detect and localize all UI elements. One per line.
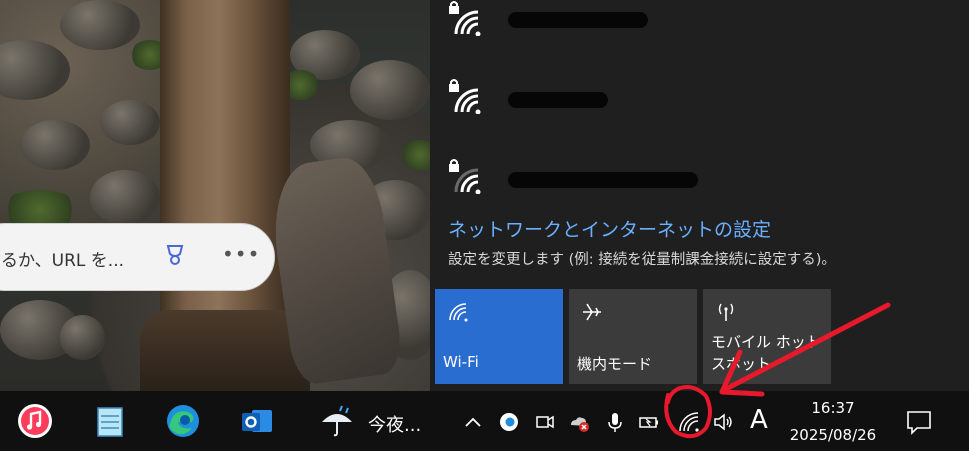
network-name-redacted [508, 172, 698, 188]
weather-text[interactable]: 今夜... [368, 411, 421, 437]
network-item[interactable] [448, 158, 928, 218]
weather-umbrella-icon[interactable] [318, 402, 356, 440]
outlook-app-icon[interactable] [238, 402, 276, 440]
notepad-app-icon[interactable] [90, 402, 128, 440]
search-bar-text: るか、URL を... [1, 251, 125, 271]
wifi-tile-label: Wi-Fi [443, 353, 479, 371]
airplane-tile-label: 機内モード [577, 355, 653, 373]
camera-tray-icon[interactable] [534, 411, 556, 433]
edge-tray-icon[interactable] [498, 411, 520, 433]
more-options-icon[interactable]: ••• [222, 242, 260, 266]
network-item[interactable] [448, 78, 928, 138]
notification-icon[interactable] [905, 409, 933, 435]
hotspot-tile-label: モバイル ホットスポット [711, 333, 821, 373]
clock-date[interactable]: 2025/08/26 [780, 426, 886, 444]
wifi-icon [449, 303, 468, 322]
taskbar: 今夜... A 16:37 2025/08/26 [0, 391, 969, 451]
wifi-tray-icon[interactable] [678, 411, 700, 433]
volume-icon[interactable] [712, 411, 734, 433]
network-item[interactable] [448, 0, 928, 60]
network-settings-description: 設定を変更します (例: 接続を従量制課金接続に設定する)。 [448, 252, 836, 268]
tree-base [140, 310, 310, 391]
onedrive-error-icon[interactable] [568, 411, 590, 433]
ime-indicator[interactable]: A [750, 405, 768, 435]
trophy-icon[interactable] [165, 244, 185, 266]
airplane-icon [583, 303, 601, 321]
chevron-up-icon[interactable] [462, 411, 484, 433]
desktop-wallpaper [0, 0, 430, 391]
network-flyout: ネットワークとインターネットの設定 設定を変更します (例: 接続を従量制課金接… [430, 0, 969, 391]
battery-icon[interactable] [638, 411, 660, 433]
edge-browser-icon[interactable] [164, 402, 202, 440]
wifi-signal-icon [454, 88, 481, 114]
network-settings-link[interactable]: ネットワークとインターネットの設定 [448, 215, 771, 242]
clock-time[interactable]: 16:37 [808, 399, 858, 417]
wifi-toggle-tile[interactable]: Wi-Fi [435, 289, 563, 384]
mobile-hotspot-tile[interactable]: モバイル ホットスポット [703, 289, 831, 384]
hotspot-icon [718, 303, 734, 321]
network-name-redacted [508, 12, 648, 28]
music-app-icon[interactable] [16, 402, 54, 440]
network-name-redacted [508, 92, 608, 108]
microphone-icon[interactable] [604, 411, 626, 433]
airplane-mode-tile[interactable]: 機内モード [569, 289, 697, 384]
wifi-signal-icon [454, 168, 481, 194]
wifi-signal-icon [454, 10, 481, 36]
